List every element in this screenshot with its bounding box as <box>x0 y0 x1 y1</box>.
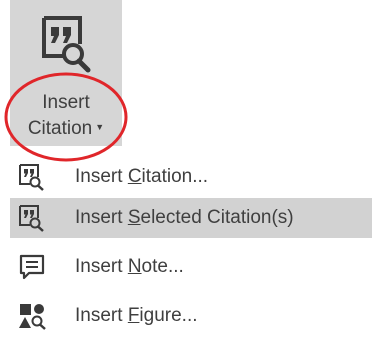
menu-item-label: Insert Note... <box>75 256 184 278</box>
insert-citation-dropdown-menu: Insert Citation... Insert Selected Citat… <box>10 147 372 340</box>
access-key: S <box>127 207 141 228</box>
menu-item-insert-citation[interactable]: Insert Citation... <box>10 157 372 197</box>
label-prefix: Insert <box>75 305 128 326</box>
label-suffix: igure... <box>139 305 198 326</box>
access-key: F <box>127 305 140 326</box>
label-suffix: itation... <box>141 166 209 187</box>
menu-item-label: Insert Figure... <box>75 305 198 327</box>
menu-item-insert-selected-citations[interactable]: Insert Selected Citation(s) <box>10 198 372 238</box>
note-icon <box>19 254 45 280</box>
ribbon-label-text: Citation <box>27 118 93 140</box>
insert-citation-ribbon-button[interactable]: Insert Citation ▼ <box>10 0 122 146</box>
quote-search-icon <box>42 16 91 73</box>
label-prefix: Insert <box>75 207 128 228</box>
menu-item-insert-figure[interactable]: Insert Figure... <box>10 296 372 336</box>
ribbon-label-line2: Citation ▼ <box>10 118 122 140</box>
menu-item-label: Insert Citation... <box>75 166 208 188</box>
quote-search-icon <box>19 164 44 191</box>
label-prefix: Insert <box>75 256 128 277</box>
access-key: N <box>127 256 142 277</box>
figure-icon <box>19 304 46 330</box>
label-suffix: ote... <box>141 256 184 277</box>
label-prefix: Insert <box>75 166 128 187</box>
label-suffix: elected Citation(s) <box>140 207 294 228</box>
quote-search-icon <box>19 205 44 232</box>
chevron-down-icon: ▼ <box>95 122 105 132</box>
access-key: C <box>127 166 142 187</box>
ribbon-label-line1: Insert <box>42 92 90 113</box>
menu-item-label: Insert Selected Citation(s) <box>75 207 294 229</box>
menu-item-insert-note[interactable]: Insert Note... <box>10 247 372 287</box>
